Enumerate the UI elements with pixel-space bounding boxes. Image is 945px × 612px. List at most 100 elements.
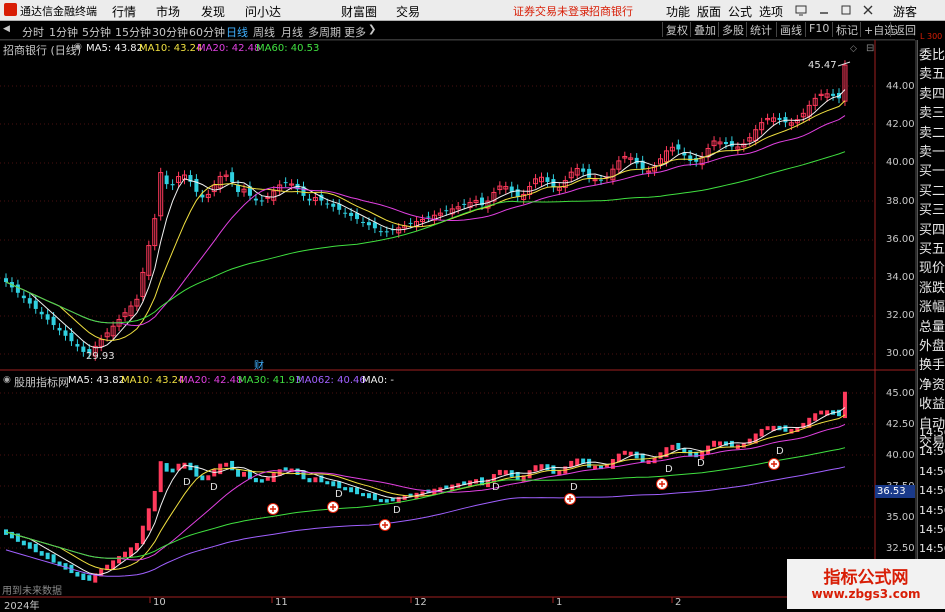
candle-body	[444, 210, 449, 212]
indicator-bar	[813, 413, 818, 421]
kline-chart[interactable]: D D D D D D D D D	[0, 0, 945, 609]
indicator-bar	[765, 426, 770, 431]
indicator-bar	[27, 542, 32, 549]
indicator-bar	[51, 554, 56, 563]
indicator-bar	[253, 478, 258, 483]
indicator-bar	[670, 444, 675, 451]
side-panel-item[interactable]: 总量	[919, 316, 945, 335]
side-panel-item[interactable]: 卖三	[919, 102, 945, 121]
indicator-bar	[497, 469, 502, 476]
indicator-bar	[39, 551, 44, 556]
x-label-12: 12	[414, 597, 427, 608]
panel-corner-label: L 300	[920, 32, 943, 41]
side-panel-item[interactable]: 买二	[919, 180, 945, 199]
side-panel-time: 14:56	[919, 484, 945, 498]
x-label-2024: 2024年	[4, 601, 40, 612]
d-marker: D	[665, 464, 673, 475]
indicator-bar	[313, 477, 318, 483]
candle-body	[45, 314, 50, 320]
candle-body	[194, 178, 199, 192]
candle-body	[361, 221, 365, 223]
indicator-bar	[378, 499, 383, 503]
candle-body	[4, 278, 8, 283]
side-panel-time: 14:56	[919, 426, 945, 439]
y-tick-36: 36.00	[886, 234, 915, 245]
candle-body	[331, 203, 336, 207]
side-panel-item[interactable]: 涨跌	[919, 277, 945, 296]
side-panel-time: 14:56	[919, 503, 945, 517]
indicator-bar	[87, 575, 92, 581]
indicator-bar	[587, 458, 592, 468]
x-label-10: 10	[153, 597, 166, 608]
candle-body	[63, 330, 68, 336]
ma-line	[5, 151, 846, 324]
candle-body	[729, 141, 734, 147]
candle-body	[723, 142, 728, 145]
indicator-bar	[259, 479, 264, 483]
ma-line	[5, 100, 846, 341]
side-panel-item[interactable]: 卖一	[919, 141, 945, 160]
candle-body	[253, 198, 258, 201]
candle-body	[164, 175, 169, 185]
side-panel-item[interactable]: 买一	[919, 160, 945, 179]
side-panel-item[interactable]: 委比	[919, 44, 945, 63]
candle-body	[39, 311, 44, 315]
candle-body	[777, 117, 782, 120]
d-marker: D	[393, 505, 401, 516]
candle-body	[81, 346, 86, 352]
x-label-1: 1	[556, 597, 563, 608]
candle-body	[587, 168, 592, 178]
indicator-bar	[21, 540, 26, 546]
indicator-bar	[224, 462, 229, 467]
indicator-bar	[533, 465, 538, 472]
indicator-bar	[331, 481, 336, 487]
side-panel-item[interactable]: 换手	[919, 354, 945, 373]
candle-body	[599, 179, 603, 181]
d-marker: D	[776, 446, 784, 457]
side-panel-item[interactable]: 涨幅	[919, 296, 945, 315]
candle-body	[551, 179, 556, 188]
side-panel-time: 14:56	[919, 464, 945, 478]
indicator-bar	[634, 451, 639, 459]
y-tick-32: 32.00	[886, 310, 915, 321]
high-price-label: 45.47	[808, 60, 837, 71]
side-panel-item[interactable]: 收益	[919, 393, 945, 412]
future-data-note: 用到未来数据	[2, 586, 62, 597]
sub-y-tick-35: 35.00	[886, 512, 915, 523]
candle-body	[15, 284, 20, 293]
indicator-bar	[819, 410, 824, 415]
side-panel-item[interactable]: 外盘	[919, 335, 945, 354]
collapse-icon[interactable]: ⊟	[866, 43, 874, 54]
side-panel-item[interactable]: 买三	[919, 199, 945, 218]
indicator-bar	[81, 573, 86, 581]
candle-body	[51, 316, 56, 326]
candle-body	[343, 212, 348, 214]
sub-y-tick-32: 32.50	[886, 543, 915, 554]
indicator-bar	[384, 499, 389, 503]
indicator-bar	[134, 543, 139, 551]
candle-body	[378, 231, 383, 233]
candle-body	[170, 184, 175, 186]
d-marker: D	[183, 477, 191, 488]
diamond-icon: ◇	[850, 44, 857, 54]
side-panel-item[interactable]: 买五	[919, 238, 945, 257]
candle-body	[581, 168, 586, 172]
indicator-bar	[283, 467, 288, 471]
finance-event-marker[interactable]: 财	[254, 357, 264, 372]
side-panel-item[interactable]: 现价	[919, 257, 945, 276]
indicator-bar	[117, 556, 122, 564]
indicator-bar	[539, 464, 544, 471]
candle-body	[69, 332, 74, 342]
side-panel-item[interactable]: 卖二	[919, 122, 945, 141]
side-panel-item[interactable]: 卖五	[919, 63, 945, 82]
side-panel-item[interactable]: 买四	[919, 219, 945, 238]
side-panel-item[interactable]: 卖四	[919, 83, 945, 102]
indicator-bar	[170, 468, 175, 473]
candle-body	[592, 179, 598, 182]
side-panel-item[interactable]: 净资	[919, 374, 945, 393]
y-tick-30: 30.00	[886, 348, 915, 359]
y-tick-42: 42.00	[886, 119, 915, 130]
candle-body	[259, 200, 264, 202]
indicator-bar	[140, 525, 145, 545]
sub-y-tick-45: 45.00	[886, 388, 915, 399]
